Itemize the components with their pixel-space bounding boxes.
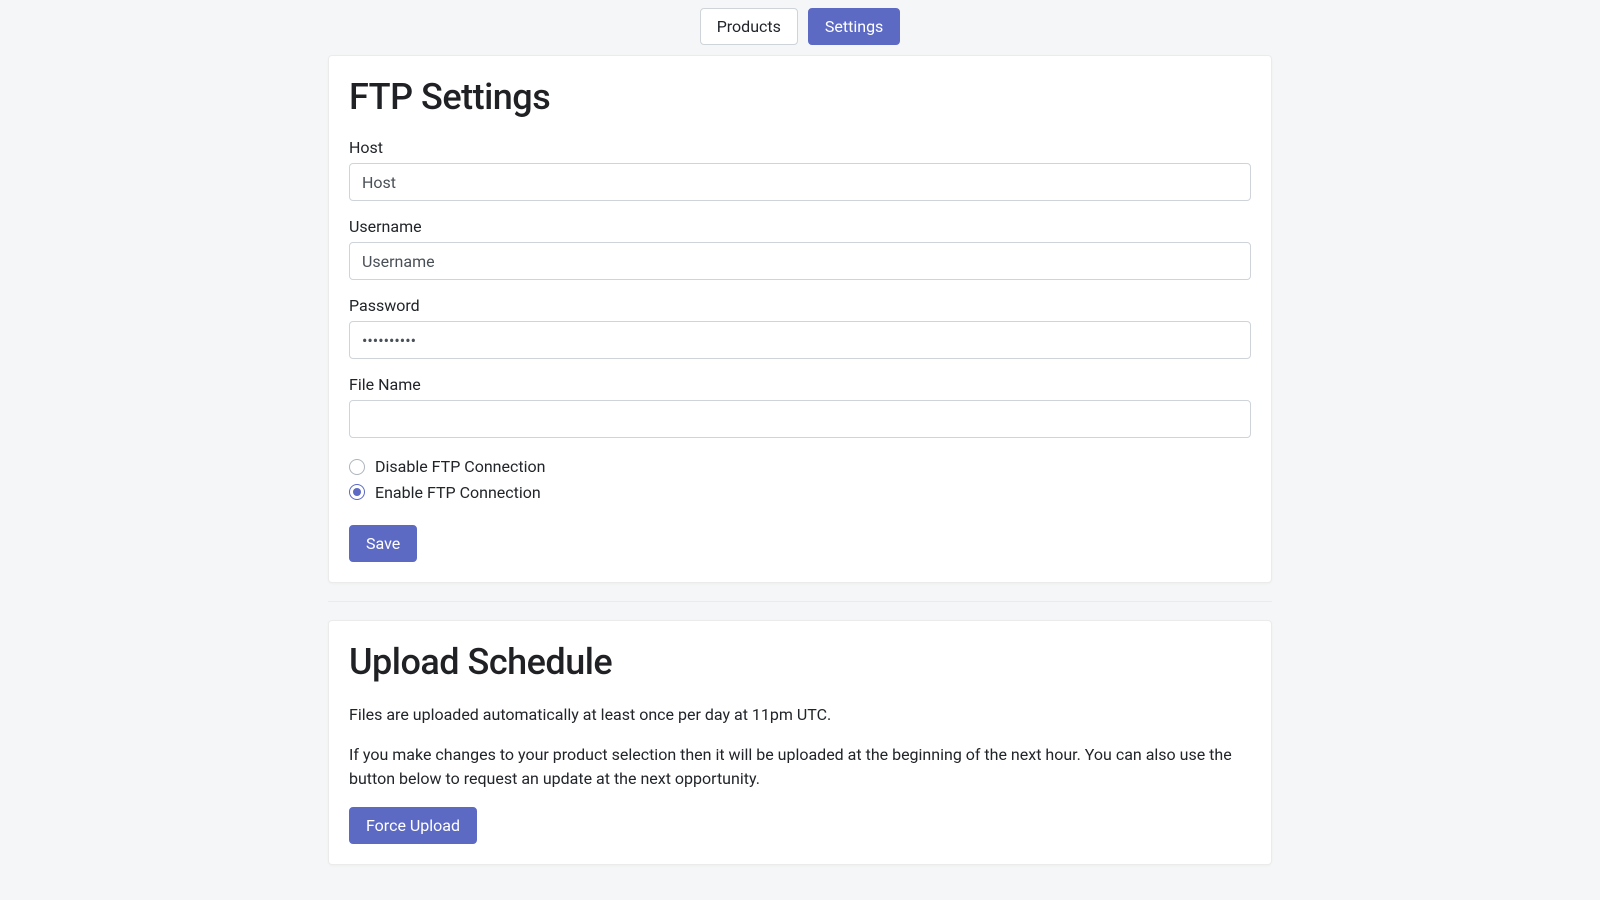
radio-disable-ftp[interactable]: Disable FTP Connection	[349, 454, 1251, 480]
host-label: Host	[349, 138, 1251, 157]
host-group: Host	[349, 138, 1251, 201]
filename-input[interactable]	[349, 400, 1251, 438]
ftp-settings-card: FTP Settings Host Username Password File…	[328, 55, 1272, 583]
username-input[interactable]	[349, 242, 1251, 280]
filename-label: File Name	[349, 375, 1251, 394]
tab-settings[interactable]: Settings	[808, 8, 900, 45]
save-button[interactable]: Save	[349, 525, 417, 562]
password-label: Password	[349, 296, 1251, 315]
ftp-enable-radio-group: Disable FTP Connection Enable FTP Connec…	[349, 454, 1251, 505]
radio-icon	[349, 459, 365, 475]
top-tabs: Products Settings	[328, 8, 1272, 45]
force-upload-button[interactable]: Force Upload	[349, 807, 477, 844]
upload-schedule-title: Upload Schedule	[349, 641, 1251, 683]
ftp-settings-title: FTP Settings	[349, 76, 1251, 118]
password-input[interactable]	[349, 321, 1251, 359]
upload-schedule-card: Upload Schedule Files are uploaded autom…	[328, 620, 1272, 865]
password-group: Password	[349, 296, 1251, 359]
page-container: Products Settings FTP Settings Host User…	[328, 8, 1272, 865]
section-divider	[328, 601, 1272, 602]
schedule-text-1: Files are uploaded automatically at leas…	[349, 703, 1251, 727]
username-label: Username	[349, 217, 1251, 236]
filename-group: File Name	[349, 375, 1251, 438]
radio-icon	[349, 484, 365, 500]
schedule-text-2: If you make changes to your product sele…	[349, 743, 1251, 791]
username-group: Username	[349, 217, 1251, 280]
tab-products[interactable]: Products	[700, 8, 798, 45]
radio-disable-label: Disable FTP Connection	[375, 454, 545, 480]
host-input[interactable]	[349, 163, 1251, 201]
radio-enable-label: Enable FTP Connection	[375, 480, 541, 506]
radio-enable-ftp[interactable]: Enable FTP Connection	[349, 480, 1251, 506]
